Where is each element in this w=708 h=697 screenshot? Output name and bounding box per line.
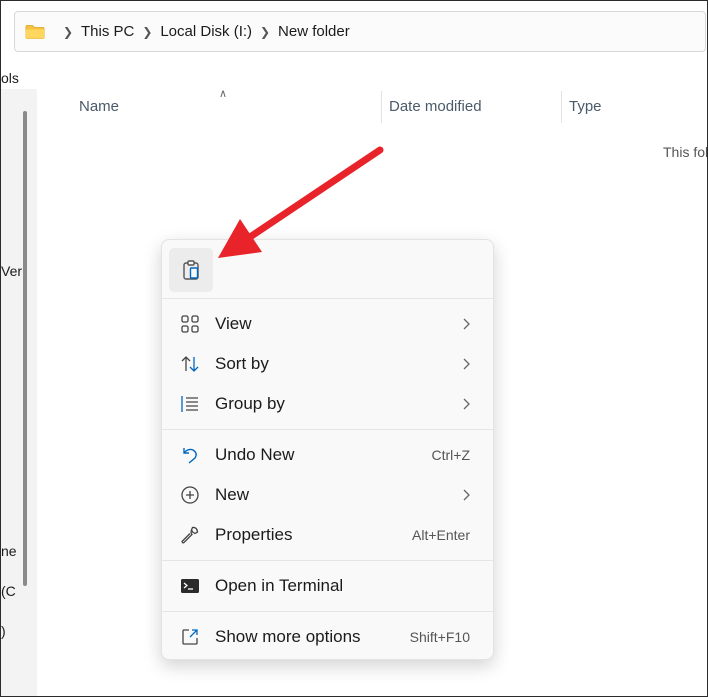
menu-item-open-in-terminal[interactable]: Open in Terminal (166, 567, 489, 605)
menu-item-label: Undo New (215, 445, 295, 464)
menu-separator (162, 298, 493, 299)
nav-item[interactable]: (C (1, 583, 16, 599)
menu-item-label: Properties (215, 525, 293, 544)
chevron-right-icon (463, 318, 470, 330)
shortcut-label: Alt+Enter (412, 527, 470, 543)
shortcut-label: Shift+F10 (409, 629, 470, 645)
column-header-date-modified[interactable]: Date modified (389, 91, 482, 123)
column-header-type[interactable]: Type (569, 91, 602, 123)
breadcrumb-new-folder[interactable]: New folder (278, 23, 350, 40)
chevron-right-icon (463, 398, 470, 410)
menu-item-label: New (215, 485, 250, 504)
chevron-right-icon[interactable]: ❯ (258, 25, 272, 39)
empty-folder-message: This folder is empty. (663, 144, 708, 160)
toolbar-tools-label[interactable]: ols (1, 70, 19, 86)
paste-icon (183, 260, 199, 280)
group-icon (181, 396, 198, 412)
shortcut-label: Ctrl+Z (431, 447, 471, 463)
menu-item-label: Open in Terminal (215, 576, 344, 595)
menu-item-label: Sort by (215, 354, 269, 373)
file-explorer-window: ❯ This PC ❯ Local Disk (I:) ❯ New folder… (0, 0, 708, 697)
context-menu: View Sort by Group by Undo New Ctrl+Z Ne… (161, 239, 494, 660)
menu-item-label: Group by (215, 394, 285, 413)
navigation-pane[interactable] (1, 89, 37, 696)
column-header-row: Name Date modified Type (37, 91, 707, 123)
navigation-scrollbar[interactable] (23, 111, 27, 586)
menu-item-undo-new[interactable]: Undo New Ctrl+Z (166, 436, 489, 474)
nav-item[interactable]: Ver (1, 263, 22, 279)
chevron-right-icon (463, 489, 470, 501)
breadcrumb-this-pc[interactable]: This PC (81, 23, 134, 40)
nav-item[interactable]: ) (1, 623, 6, 639)
nav-item[interactable]: ne (1, 543, 17, 559)
sort-icon (181, 356, 199, 372)
chevron-right-icon[interactable]: ❯ (61, 25, 75, 39)
undo-icon (183, 448, 197, 464)
paste-button[interactable] (169, 248, 213, 292)
column-header-name[interactable]: Name (79, 91, 119, 123)
menu-separator (162, 429, 493, 430)
menu-item-label: View (215, 314, 252, 333)
menu-item-label: Show more options (215, 627, 361, 646)
chevron-right-icon (463, 358, 470, 370)
chevron-right-icon[interactable]: ❯ (140, 25, 154, 39)
menu-item-sort-by[interactable]: Sort by (166, 345, 489, 383)
column-divider[interactable] (561, 91, 562, 123)
quick-actions-bar (162, 240, 493, 298)
breadcrumb-local-disk[interactable]: Local Disk (I:) (160, 23, 252, 40)
plus-circle-icon (181, 486, 199, 504)
menu-separator (162, 560, 493, 561)
menu-item-group-by[interactable]: Group by (166, 385, 489, 423)
menu-separator (162, 611, 493, 612)
menu-item-properties[interactable]: Properties Alt+Enter (166, 516, 489, 554)
menu-item-show-more-options[interactable]: Show more options Shift+F10 (166, 618, 489, 656)
external-icon (182, 629, 198, 645)
menu-item-new[interactable]: New (166, 476, 489, 514)
address-bar[interactable]: ❯ This PC ❯ Local Disk (I:) ❯ New folder (14, 11, 706, 52)
grid-icon (181, 315, 199, 333)
column-divider[interactable] (381, 91, 382, 123)
menu-item-view[interactable]: View (166, 305, 489, 343)
folder-icon (25, 24, 45, 39)
wrench-icon (181, 526, 199, 544)
terminal-icon (181, 579, 199, 593)
